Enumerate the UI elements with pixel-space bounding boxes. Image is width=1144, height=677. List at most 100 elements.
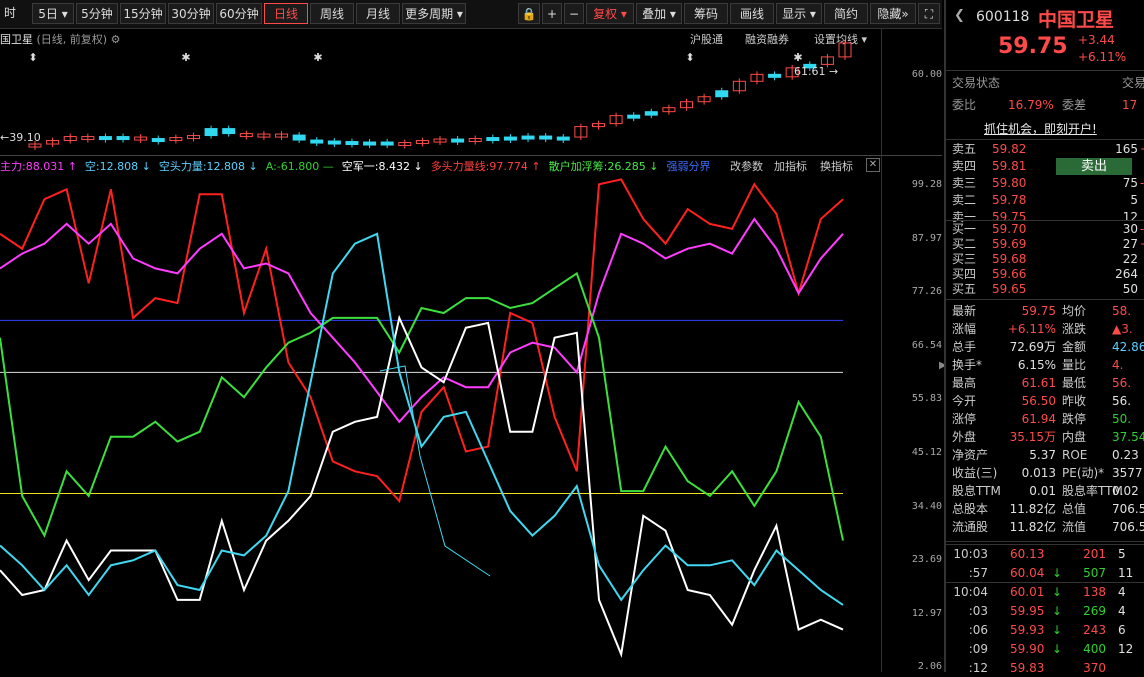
axis-tick: 23.69 xyxy=(911,554,942,566)
orderbook-price: 59.80 xyxy=(992,176,1027,190)
tick-count: 11 xyxy=(1118,566,1134,580)
stat-label: 总值 xyxy=(1062,502,1087,516)
hide-button[interactable]: 隐藏» xyxy=(870,3,916,24)
event-marker[interactable]: ✱ xyxy=(313,51,322,64)
orderbook-row: 卖三 59.80 75- xyxy=(952,176,1144,191)
period-tab-5day[interactable]: 5日 ▾ xyxy=(32,3,74,24)
orderbook-change: - xyxy=(1140,222,1144,236)
period-tab-monthly[interactable]: 月线 xyxy=(356,3,400,24)
kline-candle xyxy=(310,139,324,144)
divider xyxy=(946,544,1144,545)
orderbook-price: 59.69 xyxy=(992,237,1027,251)
zoom-out-icon[interactable]: − xyxy=(564,3,584,24)
event-marker[interactable]: ✱ xyxy=(181,51,190,64)
stat-value: 42.86 xyxy=(1112,340,1144,354)
axis-tick: 34.40 xyxy=(911,500,942,512)
stat-row: 净资产 5.37 ROE 0.23 xyxy=(952,447,1144,464)
stat-value: 56. xyxy=(1112,376,1132,390)
kline-candle xyxy=(222,128,236,135)
period-tab-30min[interactable]: 30分钟 xyxy=(168,3,214,24)
stat-value: 56.50 xyxy=(1021,394,1056,408)
tick-row: :57 60.04 ↓ 507 11 xyxy=(952,565,1144,582)
orderbook-label: 买五 xyxy=(952,282,977,296)
stat-value: +6.11% xyxy=(1007,322,1056,336)
stat-value: ▲3. xyxy=(1112,322,1133,336)
orderbook-volume: 27 xyxy=(1122,237,1138,251)
tick-time: :03 xyxy=(968,604,988,618)
draw-line-button[interactable]: 画线 xyxy=(730,3,774,24)
stat-value: 58. xyxy=(1112,304,1132,318)
tick-arrow: ↓ xyxy=(1052,566,1063,580)
tick-volume: 243 xyxy=(1083,623,1106,637)
stat-label: 最高 xyxy=(952,376,977,390)
open-account-banner[interactable]: 抓住机会，即刻开户! xyxy=(984,120,1097,137)
stat-value: 11.82亿 xyxy=(1009,520,1056,534)
stat-row: 最高 61.61 最低 56. xyxy=(952,375,1144,392)
stat-label: 量比 xyxy=(1062,358,1087,372)
indicator-chart[interactable] xyxy=(0,156,881,672)
period-tab-60min[interactable]: 60分钟 xyxy=(216,3,262,24)
event-marker[interactable]: ✱ xyxy=(793,51,802,64)
orderbook-row: 卖五 59.82 165+1 xyxy=(952,142,1144,157)
period-tab-15min[interactable]: 15分钟 xyxy=(120,3,166,24)
orderbook-label: 卖二 xyxy=(952,193,977,207)
kline-candle xyxy=(503,136,517,141)
tick-volume: 370 xyxy=(1083,661,1106,675)
zoom-in-icon[interactable]: + xyxy=(542,3,562,24)
tick-price: 59.83 xyxy=(1010,661,1045,675)
series-line xyxy=(0,232,844,606)
expand-icon[interactable]: ⛶ xyxy=(918,3,940,24)
stat-label: 外盘 xyxy=(952,430,977,444)
overlay-dropdown[interactable]: 叠加 ▾ xyxy=(636,3,682,24)
divider xyxy=(946,220,1144,221)
period-tab-time[interactable]: 时 xyxy=(0,3,20,24)
kline-candle xyxy=(327,140,341,145)
tick-price: 59.95 xyxy=(1010,604,1045,618)
kline-candle xyxy=(151,138,165,143)
stat-value: 50. xyxy=(1112,412,1132,426)
period-tab-5min[interactable]: 5分钟 xyxy=(76,3,118,24)
stat-row: 换手* 6.15% 量比 4. xyxy=(952,357,1144,374)
display-dropdown[interactable]: 显示 ▾ xyxy=(776,3,822,24)
tick-volume: 507 xyxy=(1083,566,1106,580)
kline-candle xyxy=(451,138,465,143)
orderbook-price: 59.68 xyxy=(992,252,1027,266)
tick-volume: 400 xyxy=(1083,642,1106,656)
stat-label: 最低 xyxy=(1062,376,1087,390)
sell-button[interactable]: 卖出 xyxy=(1056,158,1132,175)
price-change: +3.44 xyxy=(1078,33,1115,47)
stat-value: 4. xyxy=(1112,358,1124,372)
adjust-dropdown[interactable]: 复权 ▾ xyxy=(586,3,634,24)
orderbook-label: 卖五 xyxy=(952,142,977,156)
event-marker[interactable]: ⬍ xyxy=(28,51,37,64)
period-tab-weekly[interactable]: 周线 xyxy=(310,3,354,24)
tick-count: 6 xyxy=(1118,623,1126,637)
simple-mode-button[interactable]: 简约 xyxy=(824,3,868,24)
lock-icon[interactable]: 🔒 xyxy=(518,3,540,24)
stat-row: 涨停 61.94 跌停 50. xyxy=(952,411,1144,428)
axis-tick: 12.97 xyxy=(911,607,942,619)
tick-row: :03 59.95 ↓ 269 4 xyxy=(952,603,1144,620)
orderbook-price: 59.81 xyxy=(992,159,1027,173)
tick-price: 59.93 xyxy=(1010,623,1045,637)
axis-tick: 2.06 xyxy=(917,661,942,673)
divider xyxy=(946,582,1144,583)
event-marker[interactable]: ⬍ xyxy=(685,51,694,64)
back-arrow-icon[interactable]: ❮ xyxy=(954,8,965,23)
tick-time: :12 xyxy=(968,661,988,675)
stat-value: 706.5 xyxy=(1112,502,1144,516)
chips-button[interactable]: 筹码 xyxy=(684,3,728,24)
orderbook-label: 买三 xyxy=(952,252,977,266)
series-line xyxy=(0,314,844,658)
stat-label: 股息TTM xyxy=(952,484,1001,498)
period-tab-daily[interactable]: 日线 xyxy=(264,3,308,24)
orderbook-price: 59.66 xyxy=(992,267,1027,281)
tick-count: 12 xyxy=(1118,642,1134,656)
stat-value: 5.37 xyxy=(1029,448,1056,462)
tick-arrow: ↓ xyxy=(1052,604,1063,618)
tick-count: 5 xyxy=(1118,547,1126,561)
last-price: 59.75 xyxy=(998,34,1068,59)
stat-label: 涨跌 xyxy=(1062,322,1087,336)
more-periods-dropdown[interactable]: 更多周期 ▾ xyxy=(402,3,466,24)
kline-chart[interactable]: ⬍ ✱ ✱ ⬍ ✱61.61 →←39.10 xyxy=(0,29,881,155)
